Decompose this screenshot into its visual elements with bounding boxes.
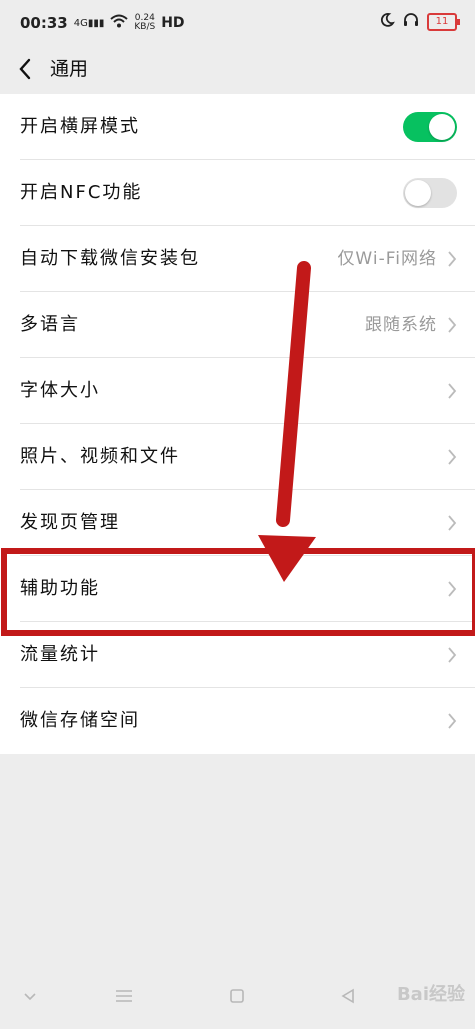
setting-label: 发现页管理 [20, 512, 120, 533]
landscape-toggle[interactable] [403, 112, 457, 142]
page-title: 通用 [50, 58, 89, 80]
chevron-right-icon [448, 317, 457, 333]
setting-storage[interactable]: 微信存储空间 [0, 688, 475, 754]
settings-list: 开启横屏模式 开启NFC功能 自动下载微信安装包 仅Wi-Fi网络 多语言 跟随… [0, 94, 475, 754]
clock: 00:33 [20, 14, 68, 32]
watermark: Bai经验 [396, 984, 465, 1005]
setting-media-files[interactable]: 照片、视频和文件 [0, 424, 475, 490]
chevron-left-icon [19, 58, 31, 80]
setting-auto-download[interactable]: 自动下载微信安装包 仅Wi-Fi网络 [0, 226, 475, 292]
headset-icon [403, 12, 419, 32]
chevron-down-icon[interactable] [22, 988, 38, 1004]
setting-value: 跟随系统 [365, 315, 437, 335]
setting-label: 开启横屏模式 [20, 116, 140, 137]
wifi-icon [110, 14, 129, 32]
setting-value: 仅Wi-Fi网络 [337, 249, 437, 269]
setting-label: 开启NFC功能 [20, 182, 143, 203]
setting-label: 自动下载微信安装包 [20, 248, 200, 269]
chevron-right-icon [448, 713, 457, 729]
setting-label: 微信存储空间 [20, 710, 140, 731]
setting-discover-manage[interactable]: 发现页管理 [0, 490, 475, 556]
setting-label: 字体大小 [20, 380, 100, 401]
setting-label: 辅助功能 [20, 578, 100, 599]
chevron-right-icon [448, 515, 457, 531]
setting-label: 照片、视频和文件 [20, 446, 180, 467]
chevron-right-icon [448, 581, 457, 597]
battery-icon: 11 [427, 13, 460, 31]
setting-font-size[interactable]: 字体大小 [0, 358, 475, 424]
chevron-right-icon [448, 383, 457, 399]
setting-label: 流量统计 [20, 644, 100, 665]
menu-icon[interactable] [115, 988, 133, 1004]
network-type: 4G [73, 17, 88, 29]
setting-landscape-mode[interactable]: 开启横屏模式 [0, 94, 475, 160]
network-speed: 0.24 KB/S [134, 13, 156, 32]
back-triangle-icon[interactable] [340, 988, 356, 1004]
setting-data-usage[interactable]: 流量统计 [0, 622, 475, 688]
nfc-toggle[interactable] [403, 178, 457, 208]
status-bar: 00:33 4G▮▮▮ 0.24 KB/S HD 11 [0, 0, 475, 44]
setting-accessibility[interactable]: 辅助功能 [0, 556, 475, 622]
back-button[interactable] [14, 54, 38, 84]
setting-language[interactable]: 多语言 跟随系统 [0, 292, 475, 358]
setting-nfc[interactable]: 开启NFC功能 [0, 160, 475, 226]
home-icon[interactable] [229, 988, 245, 1004]
cell-signal-icon: 4G▮▮▮ [73, 17, 105, 29]
hd-badge: HD [161, 15, 185, 31]
nav-bar: 通用 [0, 44, 475, 94]
setting-label: 多语言 [20, 314, 80, 335]
chevron-right-icon [448, 647, 457, 663]
chevron-right-icon [448, 251, 457, 267]
chevron-right-icon [448, 449, 457, 465]
moon-icon [379, 12, 395, 32]
